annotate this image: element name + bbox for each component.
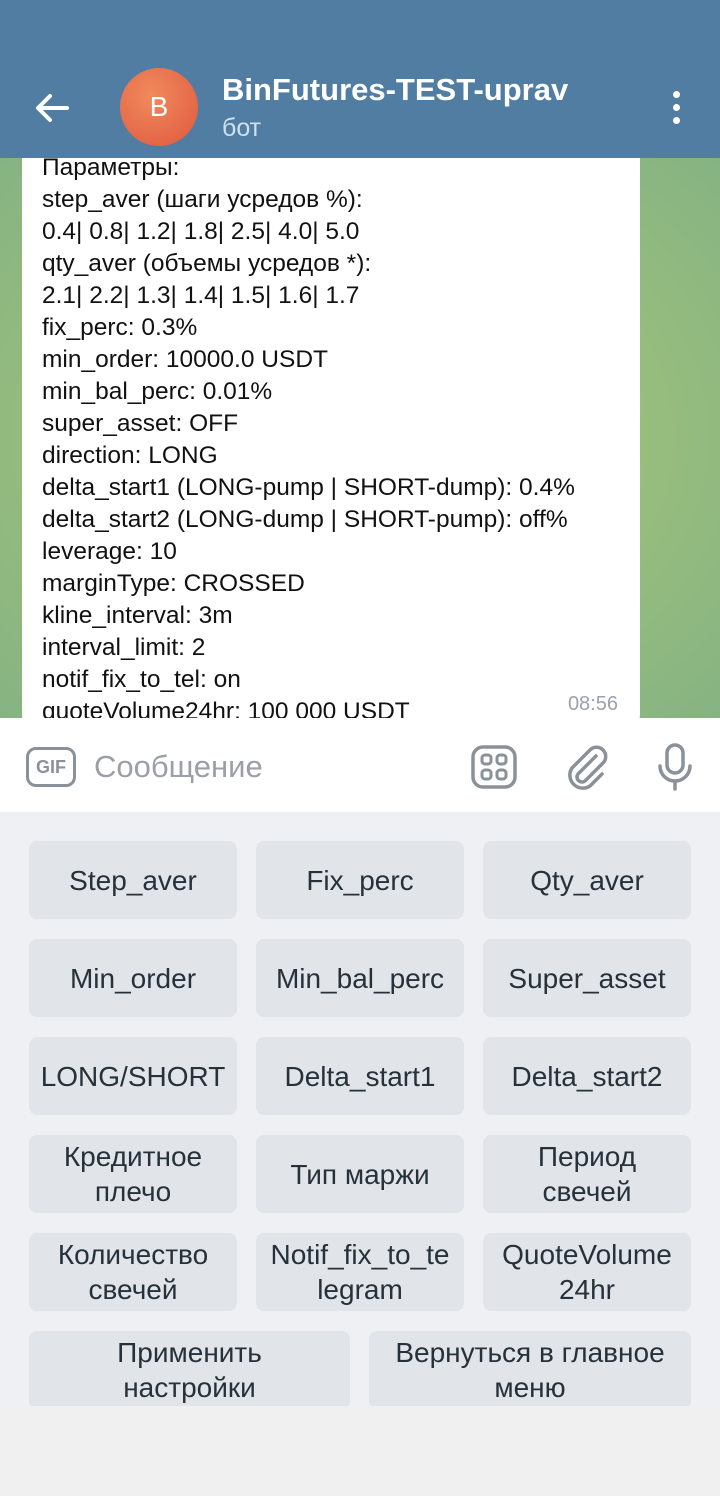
long-short-button[interactable]: LONG/SHORT <box>29 1037 237 1115</box>
keyboard-icon[interactable] <box>470 744 518 790</box>
chat-area[interactable]: Параметры: step_aver (шаги усредов %): 0… <box>0 158 720 718</box>
chat-subtitle: бот <box>222 114 262 142</box>
message-line: min_bal_perc: 0.01% <box>42 378 273 405</box>
qty-aver-button[interactable]: Qty_aver <box>483 841 691 919</box>
avatar[interactable]: B <box>120 68 198 146</box>
chat-title[interactable]: BinFutures-TEST-uprav <box>222 72 568 108</box>
notif-fix-button[interactable]: Notif_fix_to_te legram <box>256 1233 464 1311</box>
avatar-letter: B <box>149 91 169 122</box>
fix-perc-button[interactable]: Fix_perc <box>256 841 464 919</box>
message-line: delta_start2 (LONG-dump | SHORT-pump): o… <box>42 506 568 533</box>
chat-header: B BinFutures-TEST-uprav бот <box>0 0 720 158</box>
message-line: delta_start1 (LONG-pump | SHORT-dump): 0… <box>42 474 575 501</box>
gif-icon[interactable]: GIF <box>26 747 76 787</box>
back-to-main-menu-button[interactable]: Вернуться в главное меню <box>369 1331 691 1409</box>
margin-type-button[interactable]: Тип маржи <box>256 1135 464 1213</box>
bot-keyboard: Step_aver Fix_perc Qty_aver Min_order Mi… <box>0 812 720 1409</box>
message-line: notif_fix_to_tel: on <box>42 666 241 693</box>
min-bal-perc-button[interactable]: Min_bal_perc <box>256 939 464 1017</box>
leverage-button[interactable]: Кредитное плечо <box>29 1135 237 1213</box>
attach-icon[interactable] <box>562 742 610 792</box>
message-line: qty_aver (объемы усредов *): <box>42 250 372 277</box>
message-line: 2.1| 2.2| 1.3| 1.4| 1.5| 1.6| 1.7 <box>42 282 360 309</box>
message-line: min_order: 10000.0 USDT <box>42 346 328 373</box>
message-line: direction: LONG <box>42 442 218 469</box>
back-button[interactable] <box>22 80 82 136</box>
message-line: interval_limit: 2 <box>42 634 206 661</box>
super-asset-button[interactable]: Super_asset <box>483 939 691 1017</box>
message-line: super_asset: OFF <box>42 410 239 437</box>
delta-start1-button[interactable]: Delta_start1 <box>256 1037 464 1115</box>
message-line: 0.4| 0.8| 1.2| 1.8| 2.5| 4.0| 5.0 <box>42 218 360 245</box>
message-line: kline_interval: 3m <box>42 602 233 629</box>
message-line: fix_perc: 0.3% <box>42 314 198 341</box>
message-line: quoteVolume24hr: 100 000 USDT <box>42 698 410 718</box>
message-time: 08:56 <box>567 693 618 715</box>
message-line: marginType: CROSSED <box>42 570 305 597</box>
back-arrow-icon <box>36 94 69 122</box>
quote-volume-button[interactable]: QuoteVolume 24hr <box>483 1233 691 1311</box>
message-bubble[interactable]: Параметры: step_aver (шаги усредов %): 0… <box>22 158 640 718</box>
step-aver-button[interactable]: Step_aver <box>29 841 237 919</box>
candle-count-button[interactable]: Количество свечей <box>29 1233 237 1311</box>
mic-icon[interactable] <box>652 742 698 792</box>
message-line: Параметры: <box>42 158 180 181</box>
candle-period-button[interactable]: Период свечей <box>483 1135 691 1213</box>
min-order-button[interactable]: Min_order <box>29 939 237 1017</box>
bottom-area <box>0 1406 720 1496</box>
message-line: leverage: 10 <box>42 538 177 565</box>
apply-settings-button[interactable]: Применить настройки <box>29 1331 350 1409</box>
message-input[interactable] <box>94 746 434 788</box>
more-vertical-icon[interactable] <box>656 82 696 132</box>
delta-start2-button[interactable]: Delta_start2 <box>483 1037 691 1115</box>
message-line: step_aver (шаги усредов %): <box>42 186 363 213</box>
